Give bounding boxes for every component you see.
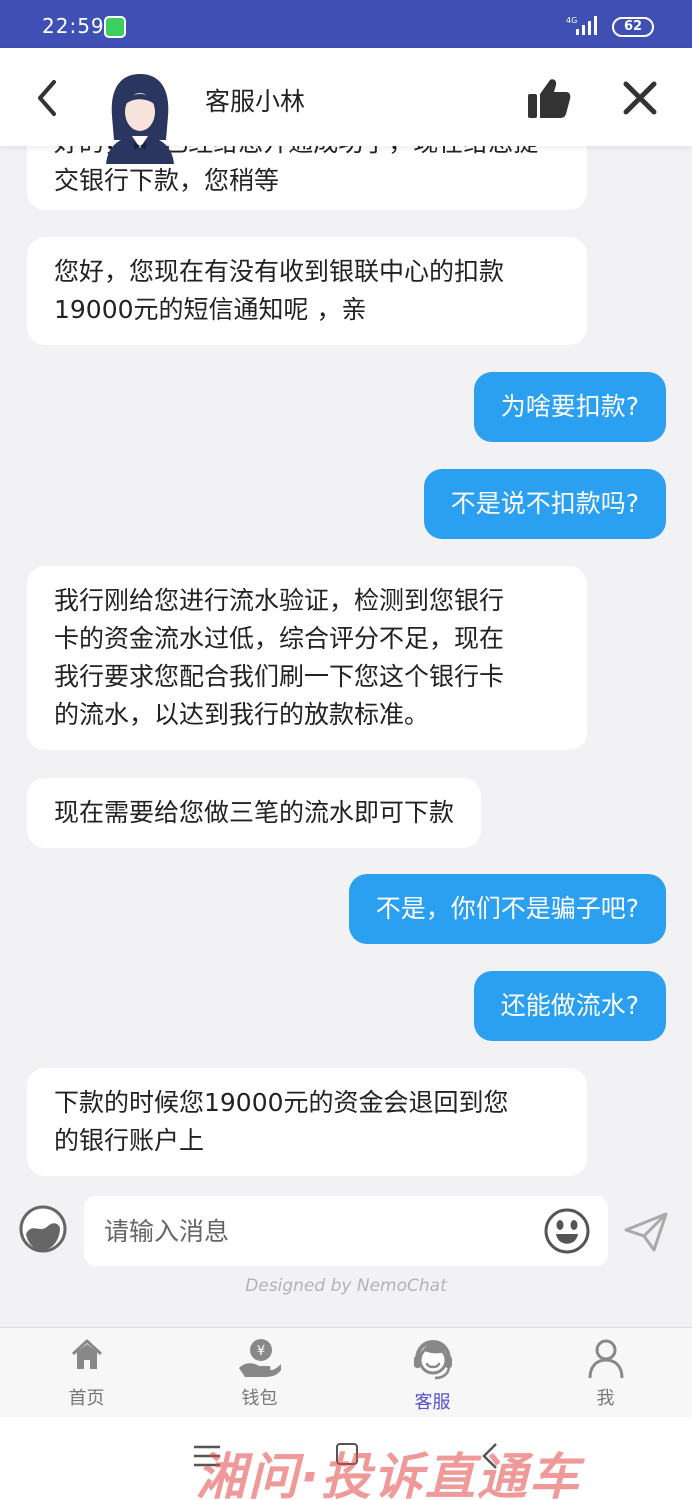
thumbs-up-icon[interactable]	[524, 76, 572, 120]
status-time: 22:59	[42, 14, 105, 38]
message-line: 我行刚给您进行流水验证，检测到您银行	[54, 586, 505, 615]
message-input[interactable]	[84, 1196, 608, 1266]
page-title: 客服小林	[205, 87, 306, 116]
message-line: 为啥要扣款?	[500, 392, 639, 421]
message-line: 19000元的短信通知呢 ，亲	[54, 295, 367, 324]
message-line: 您好，您现在有没有收到银联中心的扣款	[54, 257, 505, 286]
message-line: 不是，你们不是骗子吧?	[375, 894, 639, 923]
message-line: 不是说不扣款吗?	[450, 489, 639, 518]
home-icon	[71, 1339, 102, 1369]
tab-customer-service[interactable]: 客服	[346, 1328, 519, 1417]
message-outgoing: 为啥要扣款?	[473, 372, 666, 442]
chat-header: 客服小林	[0, 48, 692, 164]
designed-by-credit: Designed by NemoChat	[245, 1276, 447, 1296]
tab-home[interactable]: 首页	[0, 1328, 173, 1417]
tab-wallet[interactable]: ¥ 钱包	[173, 1328, 346, 1417]
battery-indicator: 62	[612, 17, 654, 37]
profile-icon	[588, 1339, 623, 1379]
signal-icon: 4G	[566, 16, 597, 35]
message-outgoing: 不是，你们不是骗子吧?	[348, 874, 666, 944]
message-line: 卡的资金流水过低，综合评分不足，现在	[54, 624, 505, 653]
message-incoming: 现在需要给您做三笔的流水即可下款	[27, 778, 482, 848]
network-type: 4G	[566, 16, 577, 25]
message-composer	[0, 1186, 692, 1276]
tab-label: 钱包	[241, 1388, 278, 1409]
status-bar: 22:59 4G 62	[0, 0, 692, 48]
message-list[interactable]: 好的，XX已经给您开通成功了，现在给您提 交银行下款，您稍等 您好，您现在有没有…	[0, 146, 692, 1186]
message-incoming: 下款的时候您19000元的资金会退回到您 的银行账户上	[27, 1068, 587, 1176]
voice-toggle-icon[interactable]	[18, 1204, 68, 1254]
close-icon[interactable]	[620, 78, 660, 118]
wallet-icon: ¥	[238, 1339, 281, 1377]
emoji-icon[interactable]	[543, 1207, 591, 1255]
bottom-tab-bar: 首页 ¥ 钱包 客服 我	[0, 1327, 692, 1417]
watermark-logo: 湘问·投诉直通车	[196, 1448, 581, 1500]
message-outgoing: 还能做流水?	[473, 971, 666, 1041]
tab-profile[interactable]: 我	[519, 1328, 692, 1417]
message-line: 我行要求您配合我们刷一下您这个银行卡	[54, 662, 505, 691]
message-line: 交银行下款，您稍等	[54, 166, 280, 195]
svg-text:¥: ¥	[256, 1344, 264, 1359]
message-line: 的银行账户上	[54, 1126, 205, 1155]
message-line: 下款的时候您19000元的资金会退回到您	[54, 1088, 509, 1117]
message-outgoing: 不是说不扣款吗?	[423, 469, 666, 539]
message-line: 现在需要给您做三笔的流水即可下款	[54, 798, 455, 827]
agent-avatar	[106, 74, 174, 164]
tab-label: 我	[596, 1388, 615, 1409]
message-line: 还能做流水?	[500, 991, 639, 1020]
tab-label: 客服	[414, 1392, 451, 1413]
send-icon[interactable]	[622, 1210, 670, 1254]
message-incoming: 我行刚给您进行流水验证，检测到您银行 卡的资金流水过低，综合评分不足，现在 我行…	[27, 566, 587, 750]
wechat-notification-icon	[104, 16, 126, 38]
tab-label: 首页	[68, 1388, 105, 1409]
customer-service-icon	[413, 1339, 452, 1380]
system-navigation-bar: 湘问·投诉直通车	[0, 1417, 692, 1500]
message-incoming: 您好，您现在有没有收到银联中心的扣款 19000元的短信通知呢 ，亲	[27, 237, 587, 345]
message-line: 的流水，以达到我行的放款标准。	[54, 700, 430, 729]
back-button[interactable]	[28, 76, 68, 120]
